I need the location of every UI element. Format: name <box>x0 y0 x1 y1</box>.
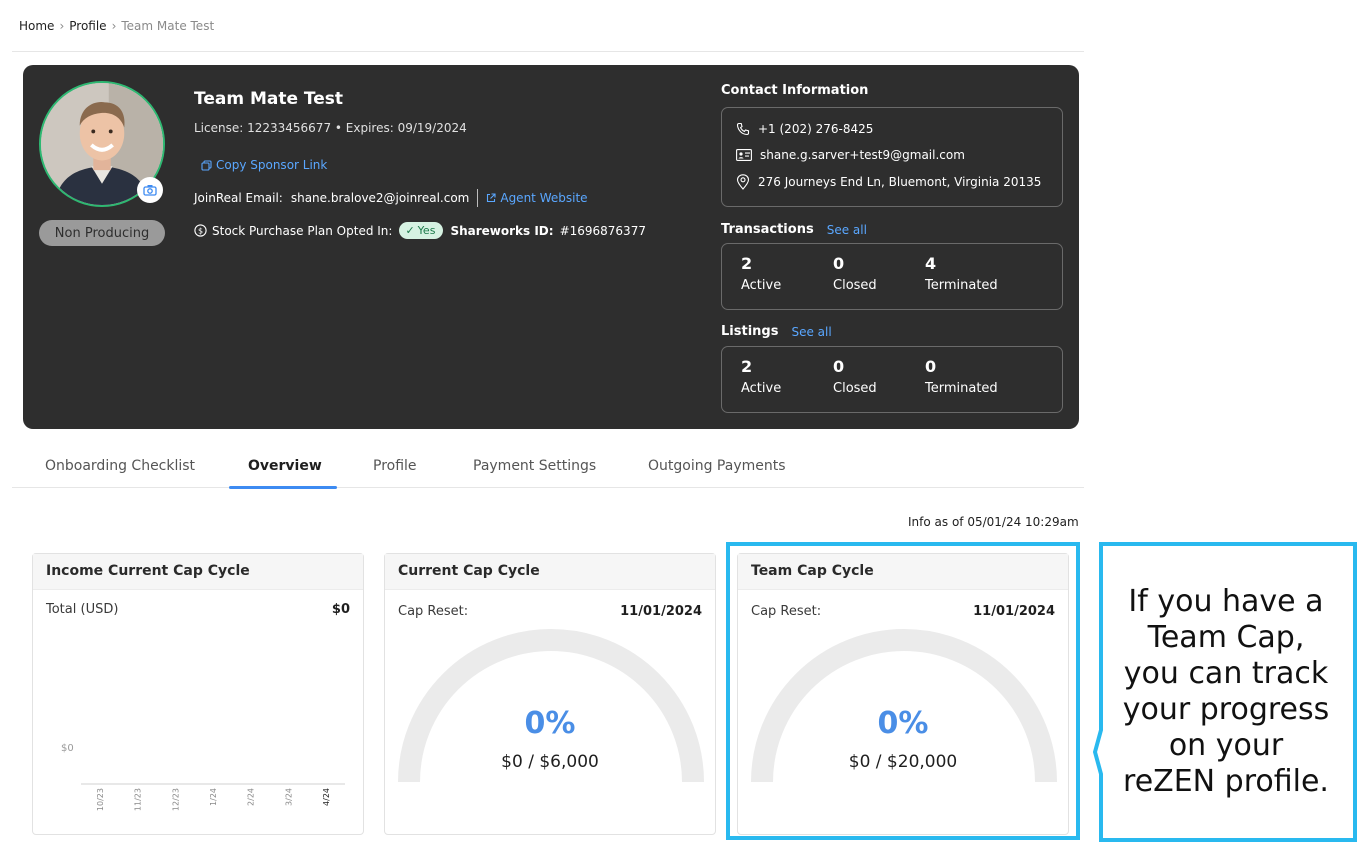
divider <box>12 51 1084 52</box>
listings-title-text: Listings <box>721 324 779 339</box>
stat-label: Closed <box>833 381 877 396</box>
chevron-right-icon: › <box>59 19 65 33</box>
income-cap-cycle-panel: Income Current Cap Cycle Total (USD) $0 … <box>32 553 364 835</box>
stat-value: 0 <box>925 357 937 376</box>
external-link-icon <box>487 193 496 203</box>
stat-value: 0 <box>833 357 845 376</box>
agent-name: Team Mate Test <box>194 89 344 109</box>
stat-value: 4 <box>925 254 937 273</box>
tab-outgoing-payments[interactable]: Outgoing Payments <box>648 458 786 474</box>
joinreal-email-label: JoinReal Email: <box>194 191 283 205</box>
divider <box>477 189 479 207</box>
x-tick-label: 1/24 <box>209 788 218 806</box>
x-tick-label: 3/24 <box>284 788 293 806</box>
stock-plan-badge: ✓ Yes <box>399 222 444 239</box>
listings-closed[interactable]: 0 Closed <box>833 357 877 396</box>
transactions-terminated[interactable]: 4 Terminated <box>925 254 998 293</box>
contact-box: +1 (202) 276-8425 shane.g.sarver+test9@g… <box>721 107 1063 207</box>
agent-website-link[interactable]: Agent Website <box>486 191 588 205</box>
stat-label: Terminated <box>925 381 998 396</box>
stat-label: Terminated <box>925 278 998 293</box>
callout-box: If you have a Team Cap, you can track yo… <box>1093 542 1357 842</box>
camera-icon[interactable] <box>137 177 163 203</box>
team-cap-highlight <box>726 542 1080 840</box>
contact-address-row: 276 Journeys End Ln, Bluemont, Virginia … <box>736 174 1041 190</box>
transactions-see-all-link[interactable]: See all <box>827 223 867 237</box>
callout-text: If you have a Team Cap, you can track yo… <box>1122 584 1330 799</box>
x-tick-label: 10/23 <box>96 788 105 811</box>
joinreal-email: shane.bralove2@joinreal.com <box>290 191 470 205</box>
listings-active[interactable]: 2 Active <box>741 357 781 396</box>
tab-overview[interactable]: Overview <box>248 458 322 474</box>
stock-plan-value: Yes <box>417 224 436 237</box>
active-tab-indicator <box>229 486 337 489</box>
copy-icon <box>201 159 212 171</box>
breadcrumb-current: Team Mate Test <box>121 19 215 33</box>
listings-title: Listings See all <box>721 324 832 339</box>
listings-terminated[interactable]: 0 Terminated <box>925 357 998 396</box>
current-cap-cycle-panel: Current Cap Cycle Cap Reset: 11/01/2024 … <box>384 553 716 835</box>
stat-label: Closed <box>833 278 877 293</box>
x-tick-label: 2/24 <box>247 788 256 806</box>
stat-label: Active <box>741 381 782 396</box>
svg-text:$: $ <box>198 226 203 235</box>
tab-payment-settings[interactable]: Payment Settings <box>473 458 596 474</box>
transactions-box: 2 Active 0 Closed 4 Terminated <box>721 243 1063 310</box>
agent-summary: Contact Information +1 (202) 276-8425 sh… <box>721 65 1063 429</box>
panel-title: Current Cap Cycle <box>385 554 715 590</box>
breadcrumb: Home › Profile › Team Mate Test <box>19 19 214 33</box>
breadcrumb-home[interactable]: Home <box>19 19 54 33</box>
joinreal-email-row: JoinReal Email: shane.bralove2@joinreal.… <box>194 189 588 207</box>
chevron-right-icon: › <box>111 19 117 33</box>
tab-profile[interactable]: Profile <box>373 458 417 474</box>
breadcrumb-profile[interactable]: Profile <box>69 19 106 33</box>
cap-reset-row: Cap Reset: 11/01/2024 <box>398 604 702 619</box>
transactions-closed[interactable]: 0 Closed <box>833 254 877 293</box>
contact-title-text: Contact Information <box>721 83 869 98</box>
cap-amount: $0 / $6,000 <box>501 752 599 772</box>
phone-icon <box>736 122 750 136</box>
contact-address: 276 Journeys End Ln, Bluemont, Virginia … <box>758 175 1042 189</box>
contact-title: Contact Information <box>721 83 868 98</box>
x-tick-label: 12/23 <box>171 788 180 811</box>
transactions-title: Transactions See all <box>721 222 867 237</box>
info-timestamp: Info as of 05/01/24 10:29am <box>908 515 1079 529</box>
x-tick-label: 4/24 <box>322 788 331 806</box>
shareworks-label: Shareworks ID: <box>450 223 554 238</box>
copy-sponsor-link-label: Copy Sponsor Link <box>216 158 328 172</box>
location-pin-icon <box>736 174 750 190</box>
id-card-icon <box>736 149 752 161</box>
stat-value: 2 <box>741 254 753 273</box>
dollar-circle-icon: $ <box>194 224 207 237</box>
y-tick-label: $0 <box>61 743 74 754</box>
stat-value: 0 <box>833 254 845 273</box>
transactions-title-text: Transactions <box>721 222 814 237</box>
stat-label: Active <box>741 278 782 293</box>
cap-percent: 0% <box>524 706 576 741</box>
check-icon: ✓ <box>405 224 415 237</box>
listings-see-all-link[interactable]: See all <box>791 325 831 339</box>
copy-sponsor-link[interactable]: Copy Sponsor Link <box>201 158 327 172</box>
contact-email-row: shane.g.sarver+test9@gmail.com <box>736 148 965 162</box>
contact-phone: +1 (202) 276-8425 <box>758 122 874 136</box>
shareworks-id: #1696876377 <box>559 223 646 238</box>
stock-plan-row: $ Stock Purchase Plan Opted In: ✓ Yes Sh… <box>194 222 646 239</box>
contact-phone-row: +1 (202) 276-8425 <box>736 122 873 136</box>
cap-reset-date: 11/01/2024 <box>620 604 702 619</box>
transactions-active[interactable]: 2 Active <box>741 254 781 293</box>
listings-box: 2 Active 0 Closed 0 Terminated <box>721 346 1063 413</box>
income-bar-chart: $0 10/23 11/23 12/23 1/24 2/24 3/24 4/24 <box>61 743 345 811</box>
license-info: License: 12233456677 • Expires: 09/19/20… <box>194 121 467 135</box>
contact-email: shane.g.sarver+test9@gmail.com <box>760 148 965 162</box>
profile-card: Non Producing Team Mate Test License: 12… <box>23 65 1079 429</box>
stat-value: 2 <box>741 357 753 376</box>
tab-onboarding-checklist[interactable]: Onboarding Checklist <box>45 458 195 474</box>
agent-website-label: Agent Website <box>500 191 588 205</box>
status-badge: Non Producing <box>39 220 165 246</box>
cap-reset-label: Cap Reset: <box>398 604 469 619</box>
stock-plan-label: Stock Purchase Plan Opted In: <box>212 223 393 238</box>
tab-bar: Onboarding Checklist Overview Profile Pa… <box>12 446 1084 489</box>
x-tick-label: 11/23 <box>134 788 143 811</box>
